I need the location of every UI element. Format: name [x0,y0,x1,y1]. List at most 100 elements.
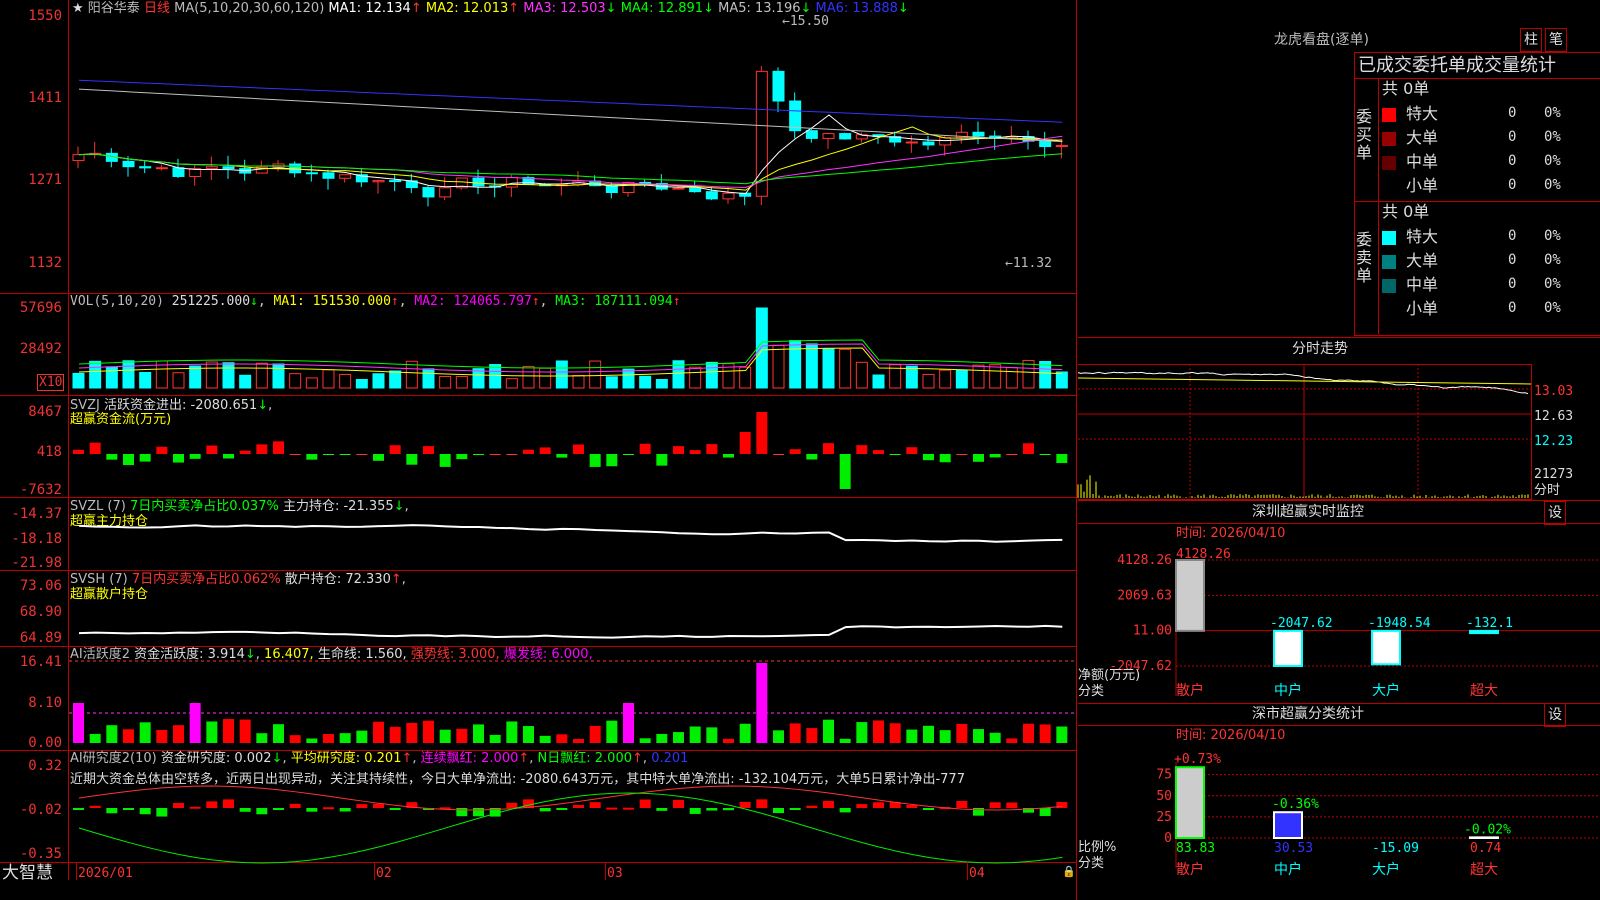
fund-flow-chart [73,412,1068,489]
flow-bar [956,454,968,455]
date-divider [967,862,968,880]
dragon-title: 龙虎看盘(逐单) [1274,32,1369,48]
activity-bar [889,723,901,743]
activity-bar [523,726,534,743]
panel-divider [0,862,1077,863]
activity-bar [739,723,751,743]
activity-bar [356,730,368,743]
activity-bar [539,735,551,743]
activity-bar [673,732,684,743]
flow-bar [989,454,1001,458]
volume-bar [872,374,885,389]
legend-swatch [1382,255,1396,269]
order-pct: 0% [1544,228,1561,244]
activity-bar [1023,723,1034,743]
axis-tick: 75 [1156,768,1172,783]
flow-bar [456,454,468,460]
sz-monitor-ylabel: 净额(万元) [1078,668,1141,683]
flow-bar [806,454,818,460]
research-bar [306,808,318,812]
research-bar [206,801,218,808]
research-bar [873,802,884,808]
price-tick: 1550 [28,8,62,24]
order-count: 0 [1508,252,1517,268]
bar-mode-button[interactable]: 柱 [1520,28,1542,52]
flow-bar [923,454,934,461]
candle-body [805,130,818,139]
flow-bar [1023,443,1034,454]
volume-bar [205,361,218,389]
activity-bar [1006,738,1018,743]
candle-body [705,191,718,200]
flow-bar [839,454,851,489]
order-type-label: 中单 [1406,152,1439,171]
minute-trend-chart [1077,364,1532,498]
order-stats-tabs[interactable]: 已成交委托单成交量统计 [1358,55,1556,77]
ratio-bar [1273,811,1303,839]
minute-title: 分时走势 [1292,341,1348,357]
vol-tick: 57696 [19,300,62,316]
order-pct: 0% [1544,177,1561,193]
sz-class-title: 深市超赢分类统计 [1252,706,1364,722]
axis-tick: 4128.26 [1117,553,1172,568]
research-bar [706,808,718,811]
category-label: 大户 [1372,682,1400,699]
flow-bar [706,444,718,454]
flow-bar [256,444,268,454]
legend-swatch [1382,108,1396,122]
flow-bar [556,454,568,458]
candle-body [905,141,918,144]
minute-tick: 12.23 [1534,434,1574,449]
candle-body [422,187,435,198]
ratio-change-label: +0.73% [1174,752,1221,767]
activity-bar [589,725,601,743]
flow-bar [356,454,368,455]
flow-bar [689,450,701,454]
research-bar [89,805,101,808]
date-tick: 03 [607,866,623,881]
divider [1078,337,1600,338]
flow-bar [523,449,534,454]
research-bar [339,808,351,812]
sz-monitor-xlabel: 分类 [1078,684,1105,699]
minute-vol: 21273 [1534,467,1574,482]
activity-bar [156,729,168,743]
research-bar [723,808,734,811]
flow-bar [973,454,984,462]
candle-body [222,166,235,170]
research-bar [806,805,818,808]
volume-bar [639,375,652,389]
order-count: 0 [1508,276,1517,292]
flow-bar [473,454,484,455]
ai2-tick: 0.32 [28,758,62,774]
research-bar [823,800,834,808]
activity-bar [73,703,84,743]
main-chart-area[interactable]: 1550 1411 1271 1132 ★ 阳谷华泰 日线 MA(5,10,20… [0,0,1077,900]
ma-line-6 [78,79,1063,123]
volume-bar [972,364,985,389]
flow-bar [323,454,334,455]
legend-swatch [1382,303,1396,317]
flow-bar [539,447,551,454]
ratio-change-label: -0.02% [1464,822,1511,837]
tick-mode-button[interactable]: 笔 [1545,28,1567,52]
flow-bar [656,454,668,466]
order-type-label: 大单 [1406,128,1439,147]
svzj-tick: 8467 [28,404,62,420]
sz-monitor-settings-button[interactable]: 设 [1544,501,1566,525]
activity-bar [706,727,718,743]
ma-line-1 [78,114,1063,195]
volume-bar [589,360,602,389]
minute-tick: 13.03 [1534,384,1574,399]
flow-bar [289,454,301,455]
flow-bar [906,447,918,454]
sz-class-settings-button[interactable]: 设 [1544,703,1566,727]
volume-bar [505,378,518,389]
flow-bar [606,454,618,467]
lock-icon[interactable]: 🔒 [1062,864,1076,879]
activity-bar [306,738,318,743]
research-bar [173,803,184,808]
volume-bar [455,376,468,389]
activity-bar [323,733,334,743]
candle-body [605,185,618,194]
